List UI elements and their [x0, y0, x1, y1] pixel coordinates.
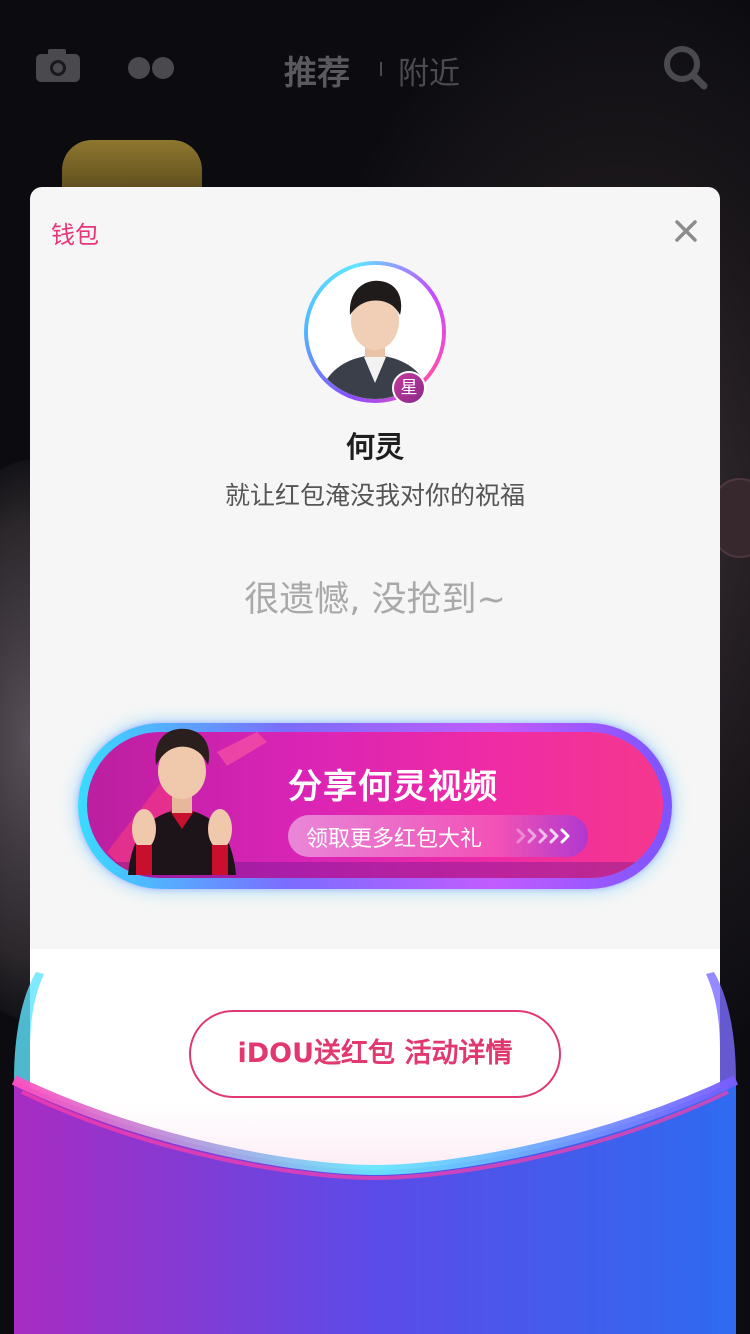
presenter-figure: [128, 728, 236, 875]
chevrons-right-icon: [516, 828, 570, 844]
result-message: 很遗憾, 没抢到~: [244, 580, 506, 620]
dots-icon[interactable]: [128, 56, 174, 80]
red-packet-envelope: [11, 972, 739, 1334]
blessing-message: 就让红包淹没我对你的祝福: [224, 481, 525, 510]
tab-recommend[interactable]: 推荐: [284, 46, 350, 94]
top-bar: 推荐 附近: [0, 0, 750, 130]
share-video-button[interactable]: 分享何灵视频 领取更多红包大礼: [78, 723, 672, 889]
search-icon[interactable]: [662, 44, 708, 90]
camera-icon[interactable]: [36, 48, 80, 82]
star-badge: 星: [392, 371, 426, 405]
share-subtitle: 领取更多红包大礼: [306, 827, 483, 852]
share-title: 分享何灵视频: [288, 767, 498, 807]
close-icon[interactable]: [673, 218, 699, 244]
tab-nearby[interactable]: 附近: [398, 48, 460, 93]
user-name: 何灵: [345, 430, 404, 464]
tab-divider: [380, 62, 382, 76]
wallet-link[interactable]: 钱包: [51, 215, 99, 250]
